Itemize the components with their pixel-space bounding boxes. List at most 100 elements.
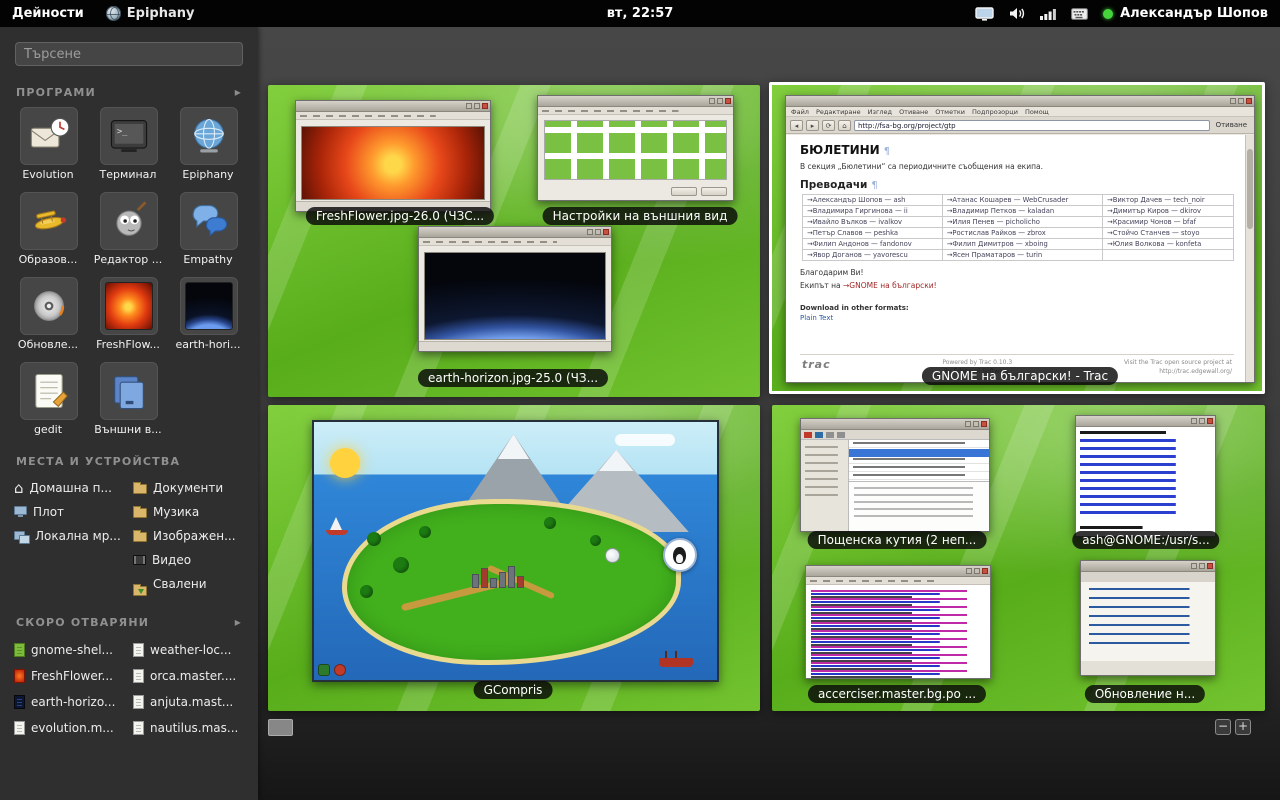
app-item-software-update[interactable]: Обновле... bbox=[9, 277, 89, 351]
place-item-music[interactable]: Музика bbox=[129, 500, 248, 524]
user-name: Александър Шопов bbox=[1120, 6, 1268, 21]
thanks-text: Благодарим Ви! bbox=[800, 268, 1234, 277]
earth-horizon-window[interactable] bbox=[418, 226, 612, 352]
po-file-preview bbox=[806, 585, 990, 678]
app-label: Evolution bbox=[9, 168, 87, 181]
home-icon: ⌂ bbox=[838, 120, 851, 131]
text-file-icon bbox=[133, 721, 144, 735]
recent-expand-icon[interactable]: ▸ bbox=[235, 615, 242, 629]
place-item-downloads[interactable]: Свалени bbox=[129, 572, 248, 596]
programs-header-label: ПРОГРАМИ bbox=[16, 86, 96, 99]
recent-item[interactable]: weather-loc... bbox=[129, 637, 248, 663]
gcompris-window[interactable] bbox=[312, 420, 719, 682]
freshflower-thumbnail-icon bbox=[105, 282, 153, 330]
plain-text-link: Plain Text bbox=[800, 314, 1234, 322]
terminal-window[interactable] bbox=[1075, 415, 1216, 537]
place-item-video[interactable]: Видео bbox=[129, 548, 248, 572]
appearance-settings-window[interactable] bbox=[537, 95, 734, 201]
workspace-4[interactable]: Пощенска кутия (2 неп... ash@GNOME:/usr/… bbox=[772, 405, 1265, 711]
remove-workspace-button[interactable]: − bbox=[1215, 719, 1231, 735]
sailboat bbox=[326, 517, 348, 535]
recent-label: earth-horizo... bbox=[31, 695, 115, 709]
user-menu[interactable]: Александър Шопов bbox=[1103, 6, 1268, 21]
recent-label: orca.master.... bbox=[150, 669, 236, 683]
app-item-gedit[interactable]: gedit bbox=[9, 362, 89, 436]
recent-item[interactable]: earth-horizo... bbox=[10, 689, 129, 715]
downloads-folder-icon bbox=[133, 586, 147, 596]
desktop-icon bbox=[14, 506, 27, 515]
volume-icon[interactable] bbox=[1009, 7, 1025, 20]
image-file-icon bbox=[14, 669, 25, 683]
programs-section-header: ПРОГРАМИ ▸ bbox=[16, 85, 242, 99]
workspace-3[interactable]: GCompris bbox=[268, 405, 760, 711]
browser-menu-bar: Файл Редактиране Изглед Отиване Отметки … bbox=[786, 107, 1254, 117]
search-input[interactable] bbox=[15, 42, 243, 66]
app-item-freshflower[interactable]: FreshFlow... bbox=[89, 277, 169, 351]
team-text: Екипът на bbox=[800, 281, 843, 290]
place-item-network[interactable]: Локална мр... bbox=[10, 524, 129, 548]
app-item-earth-horizon[interactable]: earth-hori... bbox=[169, 277, 249, 351]
clock[interactable]: вт, 22:57 bbox=[607, 6, 674, 21]
translator-cell: →Илия Пенев — picholicho bbox=[942, 217, 1102, 228]
go-button: Отиване bbox=[1213, 121, 1250, 129]
translator-cell: →Юлия Волкова — konfeta bbox=[1103, 239, 1234, 250]
window-titlebar bbox=[1076, 416, 1215, 427]
close-icon bbox=[603, 229, 609, 235]
add-workspace-button[interactable]: + bbox=[1235, 719, 1251, 735]
app-menu[interactable]: Epiphany bbox=[96, 0, 205, 27]
app-item-gimp[interactable]: Редактор ... bbox=[89, 192, 169, 266]
place-item-home[interactable]: Домашна п... bbox=[10, 476, 129, 500]
epiphany-browser-window[interactable]: Файл Редактиране Изглед Отиване Отметки … bbox=[785, 95, 1255, 383]
workspace-1[interactable]: FreshFlower.jpg-26.0 (ЧЗС... Настройки н… bbox=[268, 85, 760, 397]
window-titlebar bbox=[806, 566, 990, 577]
recent-item[interactable]: FreshFlower... bbox=[10, 663, 129, 689]
translator-cell: →Петър Славов — peshka bbox=[803, 228, 943, 239]
app-item-external-drives[interactable]: Външни в... bbox=[89, 362, 169, 436]
text-file-icon bbox=[133, 695, 144, 709]
recent-item[interactable]: evolution.m... bbox=[10, 715, 129, 741]
activities-button[interactable]: Дейности bbox=[0, 0, 96, 27]
menu-bar bbox=[296, 112, 490, 120]
status-bar bbox=[419, 341, 611, 351]
evolution-mail-window[interactable] bbox=[800, 418, 990, 532]
display-icon[interactable] bbox=[975, 7, 994, 21]
window-label: Обновление н... bbox=[1085, 685, 1205, 703]
window-titlebar bbox=[419, 227, 611, 238]
place-item-pictures[interactable]: Изображен... bbox=[129, 524, 248, 548]
terminal-output-preview bbox=[1076, 427, 1215, 536]
menu-file: Файл bbox=[791, 108, 809, 116]
gedit-po-window[interactable] bbox=[805, 565, 991, 679]
app-item-empathy[interactable]: Empathy bbox=[169, 192, 249, 266]
mail-content bbox=[801, 440, 989, 531]
update-list-preview bbox=[1081, 572, 1215, 675]
snow-cap bbox=[599, 450, 634, 471]
workspace-switcher-thumb[interactable] bbox=[268, 719, 293, 736]
app-label: Редактор ... bbox=[89, 253, 167, 266]
programs-expand-icon[interactable]: ▸ bbox=[235, 85, 242, 99]
update-manager-window[interactable] bbox=[1080, 560, 1216, 676]
keyboard-indicator-icon[interactable] bbox=[1071, 8, 1088, 20]
app-label: Empathy bbox=[169, 253, 247, 266]
app-item-epiphany[interactable]: Epiphany bbox=[169, 107, 249, 181]
place-item-documents[interactable]: Документи bbox=[129, 476, 248, 500]
window-titlebar bbox=[296, 101, 490, 112]
network-signal-icon[interactable] bbox=[1040, 8, 1056, 20]
recent-item[interactable]: orca.master.... bbox=[129, 663, 248, 689]
app-item-terminal[interactable]: >_ Терминал bbox=[89, 107, 169, 181]
app-item-evolution[interactable]: Evolution bbox=[9, 107, 89, 181]
app-menu-label: Epiphany bbox=[127, 6, 195, 21]
footer-visit: Visit the Trac open source project at bbox=[1124, 359, 1232, 366]
recent-item[interactable]: anjuta.mast... bbox=[129, 689, 248, 715]
gedit-icon bbox=[20, 362, 78, 420]
freshflower-window[interactable] bbox=[295, 100, 491, 212]
reload-icon: ⟳ bbox=[822, 120, 835, 131]
close-icon bbox=[1207, 418, 1213, 424]
app-label: earth-hori... bbox=[169, 338, 247, 351]
place-item-desktop[interactable]: Плот bbox=[10, 500, 129, 524]
music-folder-icon bbox=[133, 508, 147, 518]
workspace-2-active[interactable]: Файл Редактиране Изглед Отиване Отметки … bbox=[769, 82, 1265, 394]
download-section: Download in other formats: Plain Text bbox=[800, 304, 1234, 322]
recent-item[interactable]: gnome-shel... bbox=[10, 637, 129, 663]
app-item-gcompris[interactable]: Образов... bbox=[9, 192, 89, 266]
recent-item[interactable]: nautilus.mas... bbox=[129, 715, 248, 741]
